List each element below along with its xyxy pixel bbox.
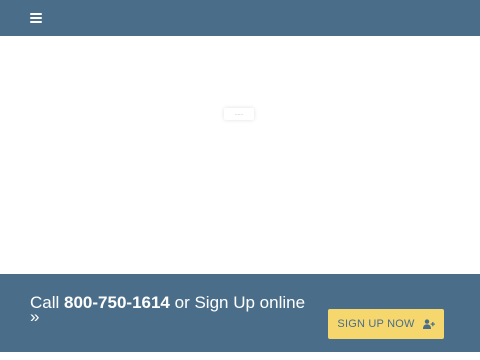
menu-line [30,21,42,23]
menu-line [30,13,42,15]
footer-strip [0,352,480,360]
call-to-action-banner: Call 800-750-1614 or Sign Up online» SIG… [0,274,480,352]
arrow-glyph: » [30,307,40,326]
hamburger-menu-icon[interactable] [28,11,44,25]
menu-line [30,17,42,19]
phone-number[interactable]: 800-750-1614 [64,293,170,312]
sign-up-now-button[interactable]: SIGN UP NOW [328,309,444,339]
loading-indicator: ...... [224,108,254,120]
top-navigation-bar [0,0,480,36]
main-content-area: ...... [0,36,480,274]
sign-up-now-label: SIGN UP NOW [337,318,415,330]
cta-text: Call 800-750-1614 or Sign Up online» [30,293,310,326]
user-plus-icon [422,319,435,329]
